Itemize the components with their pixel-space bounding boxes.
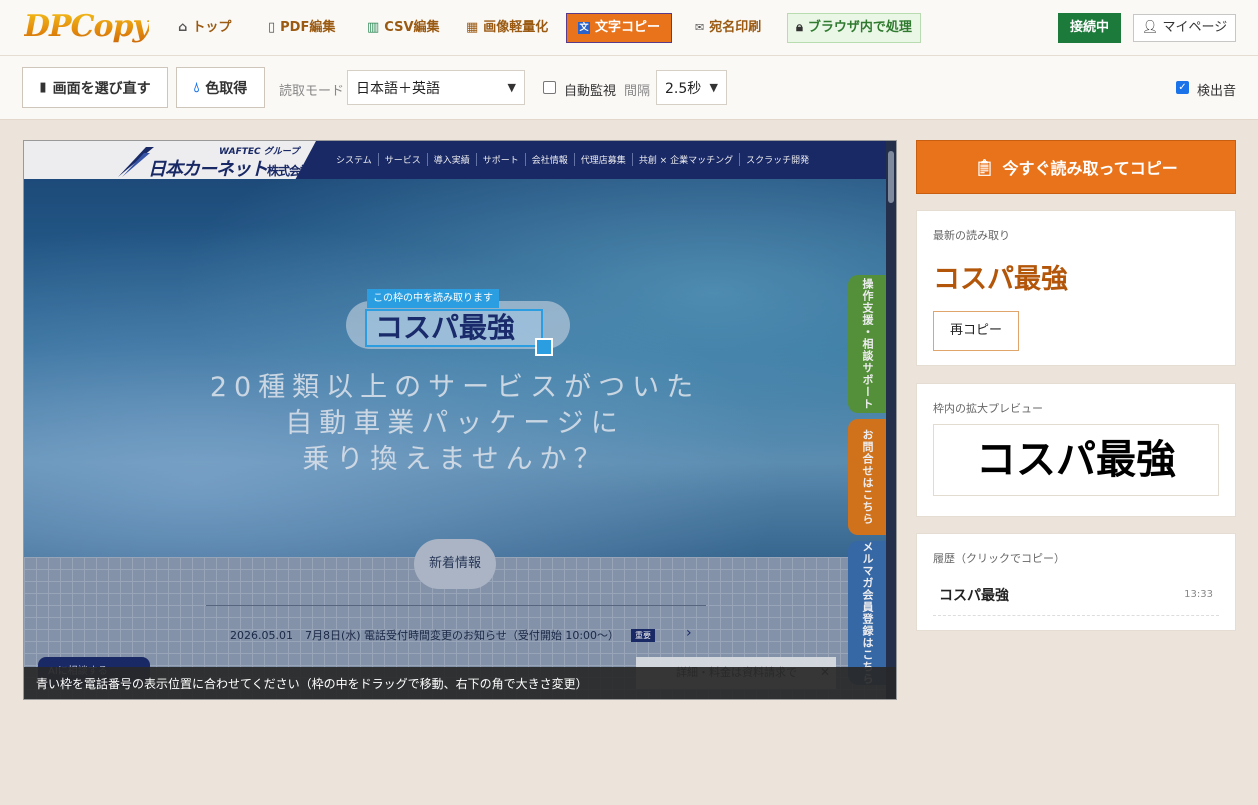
user-icon: 👤︎ (1141, 20, 1159, 35)
color-pick-button[interactable]: 💧︎ 色取得 (176, 67, 265, 108)
nav-item-label: 画像軽量化 (483, 20, 549, 35)
nav-item-label: 文字コピー (595, 20, 661, 35)
screen-capture-preview[interactable]: WAFTEC グループ 日本カーネット株式会社 システム サービス 導入実績 サ… (23, 140, 897, 700)
detect-sound-label: 検出音 (1197, 84, 1237, 99)
envelope-icon: ✉ (695, 21, 705, 34)
instruction-bar: 青い枠を電話番号の表示位置に合わせてください（枠の中をドラッグで移動、右下の角で… (24, 667, 896, 699)
app-logo[interactable]: DPCopy (24, 9, 150, 45)
read-mode-label: 読取モード (279, 84, 345, 99)
resize-handle[interactable] (535, 338, 553, 356)
nav-item-label: PDF編集 (280, 20, 336, 35)
clipboard-icon: 📋︎ (974, 157, 995, 177)
nav-item-label: トップ (192, 20, 232, 35)
recopy-button[interactable]: 再コピー (933, 311, 1019, 351)
interval-label: 間隔 (624, 84, 651, 99)
toolbar: ▮ 画面を選び直す 💧︎ 色取得 読取モード 日本語＋英語 ▼ 自動監視 間隔 … (0, 56, 1258, 120)
spreadsheet-icon: ▥ (367, 20, 380, 35)
auto-watch-checkbox[interactable] (543, 81, 556, 94)
read-mode-value: 日本語＋英語 (356, 80, 440, 97)
history-title: 履歴（クリックでコピー） (933, 552, 1065, 565)
selection-label: この枠の中を読み取ります (367, 289, 499, 308)
text-copy-icon: 文 (578, 22, 590, 34)
mypage-label: マイページ (1162, 20, 1228, 35)
interval-value: 2.5秒 (665, 80, 702, 97)
history-time: 13:33 (1184, 589, 1213, 600)
nav-item-csv[interactable]: ▥ CSV編集 (367, 13, 440, 43)
capture-overlay (24, 141, 896, 699)
lock-icon: 🔒︎ (796, 20, 803, 35)
nav-item-label: CSV編集 (384, 20, 440, 35)
droplet-icon: 💧︎ (193, 79, 200, 96)
latest-text: コスパ最強 (933, 264, 1068, 295)
preview-title: 枠内の拡大プレビュー (933, 402, 1043, 415)
mypage-button[interactable]: 👤︎ マイページ (1133, 14, 1236, 42)
nav-item-image[interactable]: ▦ 画像軽量化 (466, 13, 548, 43)
preview-card: 枠内の拡大プレビュー コスパ最強 (916, 383, 1236, 517)
reselect-screen-button[interactable]: ▮ 画面を選び直す (22, 67, 168, 108)
nav-item-label: 宛名印刷 (709, 20, 762, 35)
phone-icon: ▮ (39, 80, 47, 95)
nav-item-top[interactable]: ⌂ トップ (178, 13, 231, 43)
top-navigation: DPCopy ⌂ トップ ▯ PDF編集 ▥ CSV編集 ▦ 画像軽量化 文 文… (0, 0, 1258, 56)
history-text: コスパ最強 (939, 587, 1009, 604)
nav-item-browser-processing[interactable]: 🔒︎ ブラウザ内で処理 (787, 13, 921, 43)
reselect-label: 画面を選び直す (52, 80, 151, 97)
history-item[interactable]: コスパ最強 13:33 (933, 574, 1219, 616)
read-mode-select[interactable]: 日本語＋英語 ▼ (347, 70, 525, 105)
connected-button[interactable]: 接続中 (1058, 13, 1121, 43)
nav-item-text-copy[interactable]: 文 文字コピー (566, 13, 673, 43)
nav-item-label: ブラウザ内で処理 (807, 20, 912, 35)
history-card: 履歴（クリックでコピー） コスパ最強 13:33 (916, 533, 1236, 631)
document-icon: ▯ (268, 20, 276, 35)
chevron-down-icon: ▼ (507, 81, 516, 94)
nav-item-address-print[interactable]: ✉ 宛名印刷 (695, 13, 761, 43)
preview-image: コスパ最強 (933, 424, 1219, 496)
read-now-label: 今すぐ読み取ってコピー (1002, 159, 1178, 178)
color-pick-label: 色取得 (205, 80, 248, 97)
interval-select[interactable]: 2.5秒 ▼ (656, 70, 727, 105)
image-icon: ▦ (466, 20, 479, 35)
detect-sound-checkbox[interactable]: ✓ (1176, 81, 1189, 94)
home-icon: ⌂ (178, 20, 188, 35)
latest-reading-card: 最新の読み取り コスパ最強 再コピー (916, 210, 1236, 366)
chevron-down-icon: ▼ (709, 81, 718, 94)
selection-frame[interactable]: コスパ最強 (365, 309, 543, 347)
read-now-button[interactable]: 📋︎ 今すぐ読み取ってコピー (916, 140, 1236, 194)
auto-watch-label: 自動監視 (564, 84, 617, 99)
nav-item-pdf[interactable]: ▯ PDF編集 (268, 13, 335, 43)
latest-title: 最新の読み取り (933, 229, 1010, 242)
